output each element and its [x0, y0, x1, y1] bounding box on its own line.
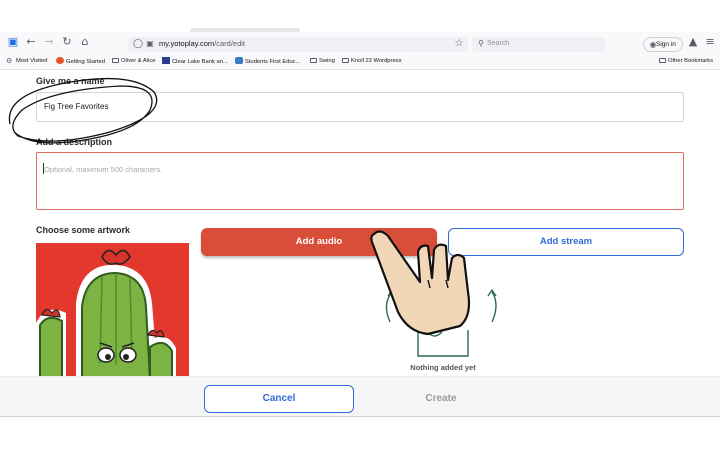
- url-text: my.yotoplay.com/card/edit: [159, 39, 246, 48]
- folder-icon: [310, 58, 317, 63]
- lock-icon[interactable]: ▣: [143, 37, 157, 51]
- bookmark-most-visited[interactable]: ⚙ Most Visited: [6, 57, 47, 66]
- sidebar-icon[interactable]: ▣: [6, 35, 20, 49]
- card-edit-page: Give me a name Fig Tree Favorites Add a …: [0, 70, 720, 415]
- artwork-label: Choose some artwork: [36, 225, 131, 235]
- bookmarks-bar: ⚙ Most Visited Getting Started Oliver & A…: [0, 55, 720, 69]
- search-icon: ⚲: [478, 39, 484, 48]
- add-audio-button[interactable]: Add audio: [201, 228, 437, 256]
- bottom-margin: [0, 416, 720, 450]
- name-field[interactable]: Fig Tree Favorites: [36, 92, 684, 122]
- description-placeholder: Optional, maximum 500 characters.: [44, 165, 163, 174]
- menu-icon[interactable]: ≡: [703, 35, 717, 49]
- forward-arrow-icon[interactable]: →: [42, 35, 56, 49]
- bookmark-swing[interactable]: Swing: [310, 57, 335, 66]
- account-icon: ◉: [649, 40, 657, 49]
- back-arrow-icon[interactable]: ←: [24, 35, 38, 49]
- description-field[interactable]: Optional, maximum 500 characters.: [36, 152, 684, 210]
- name-label: Give me a name: [36, 76, 105, 86]
- folder-icon: [342, 58, 349, 63]
- students-logo-icon: [235, 57, 243, 64]
- artwork-thumbnail[interactable]: [36, 243, 189, 380]
- cancel-button[interactable]: Cancel: [204, 385, 354, 413]
- folder-icon: [659, 58, 666, 63]
- home-icon[interactable]: ⌂: [78, 35, 92, 49]
- bookmark-other-bookmarks[interactable]: Other Bookmarks: [659, 57, 713, 66]
- bookmark-knoll-22[interactable]: Knoll 22 Wordpress: [342, 57, 401, 66]
- sign-in-button[interactable]: ◉ Sign in: [643, 37, 683, 52]
- bookmark-star-icon[interactable]: ☆: [452, 37, 466, 51]
- folder-icon: [112, 58, 119, 63]
- browser-search-box[interactable]: ⚲ Search: [472, 37, 606, 52]
- bookmark-students-first[interactable]: Students First Educ...: [235, 57, 300, 67]
- add-stream-button[interactable]: Add stream: [448, 228, 684, 256]
- search-placeholder: Search: [487, 40, 510, 47]
- create-button[interactable]: Create: [366, 385, 516, 413]
- empty-state-text: Nothing added yet: [410, 363, 476, 372]
- gear-icon: ⚙: [6, 58, 13, 65]
- extensions-icon[interactable]: ▲: [686, 35, 700, 49]
- url-bar[interactable]: ◯ ▣ my.yotoplay.com/card/edit ☆: [128, 37, 468, 52]
- firefox-icon: [56, 57, 64, 64]
- description-label: Add a description: [36, 137, 113, 147]
- cactus-illustration: [36, 249, 176, 380]
- bookmark-oliver-alice[interactable]: Oliver & Alice: [112, 57, 155, 66]
- bookmark-getting-started[interactable]: Getting Started: [56, 57, 105, 67]
- reload-icon[interactable]: ↻: [60, 35, 74, 49]
- bookmark-clear-lake-bank[interactable]: Clear Lake Bank an...: [162, 57, 228, 67]
- browser-chrome: ▣ ← → ↻ ⌂ ◯ ▣ my.yotoplay.com/card/edit …: [0, 32, 720, 70]
- screen: ▣ ← → ↻ ⌂ ◯ ▣ my.yotoplay.com/card/edit …: [0, 0, 720, 450]
- empty-card-icon: [385, 288, 497, 357]
- top-margin: [0, 0, 720, 34]
- footer-bar: Cancel Create: [0, 376, 720, 416]
- bank-logo-icon: [162, 57, 170, 64]
- browser-toolbar: ▣ ← → ↻ ⌂ ◯ ▣ my.yotoplay.com/card/edit …: [0, 32, 720, 52]
